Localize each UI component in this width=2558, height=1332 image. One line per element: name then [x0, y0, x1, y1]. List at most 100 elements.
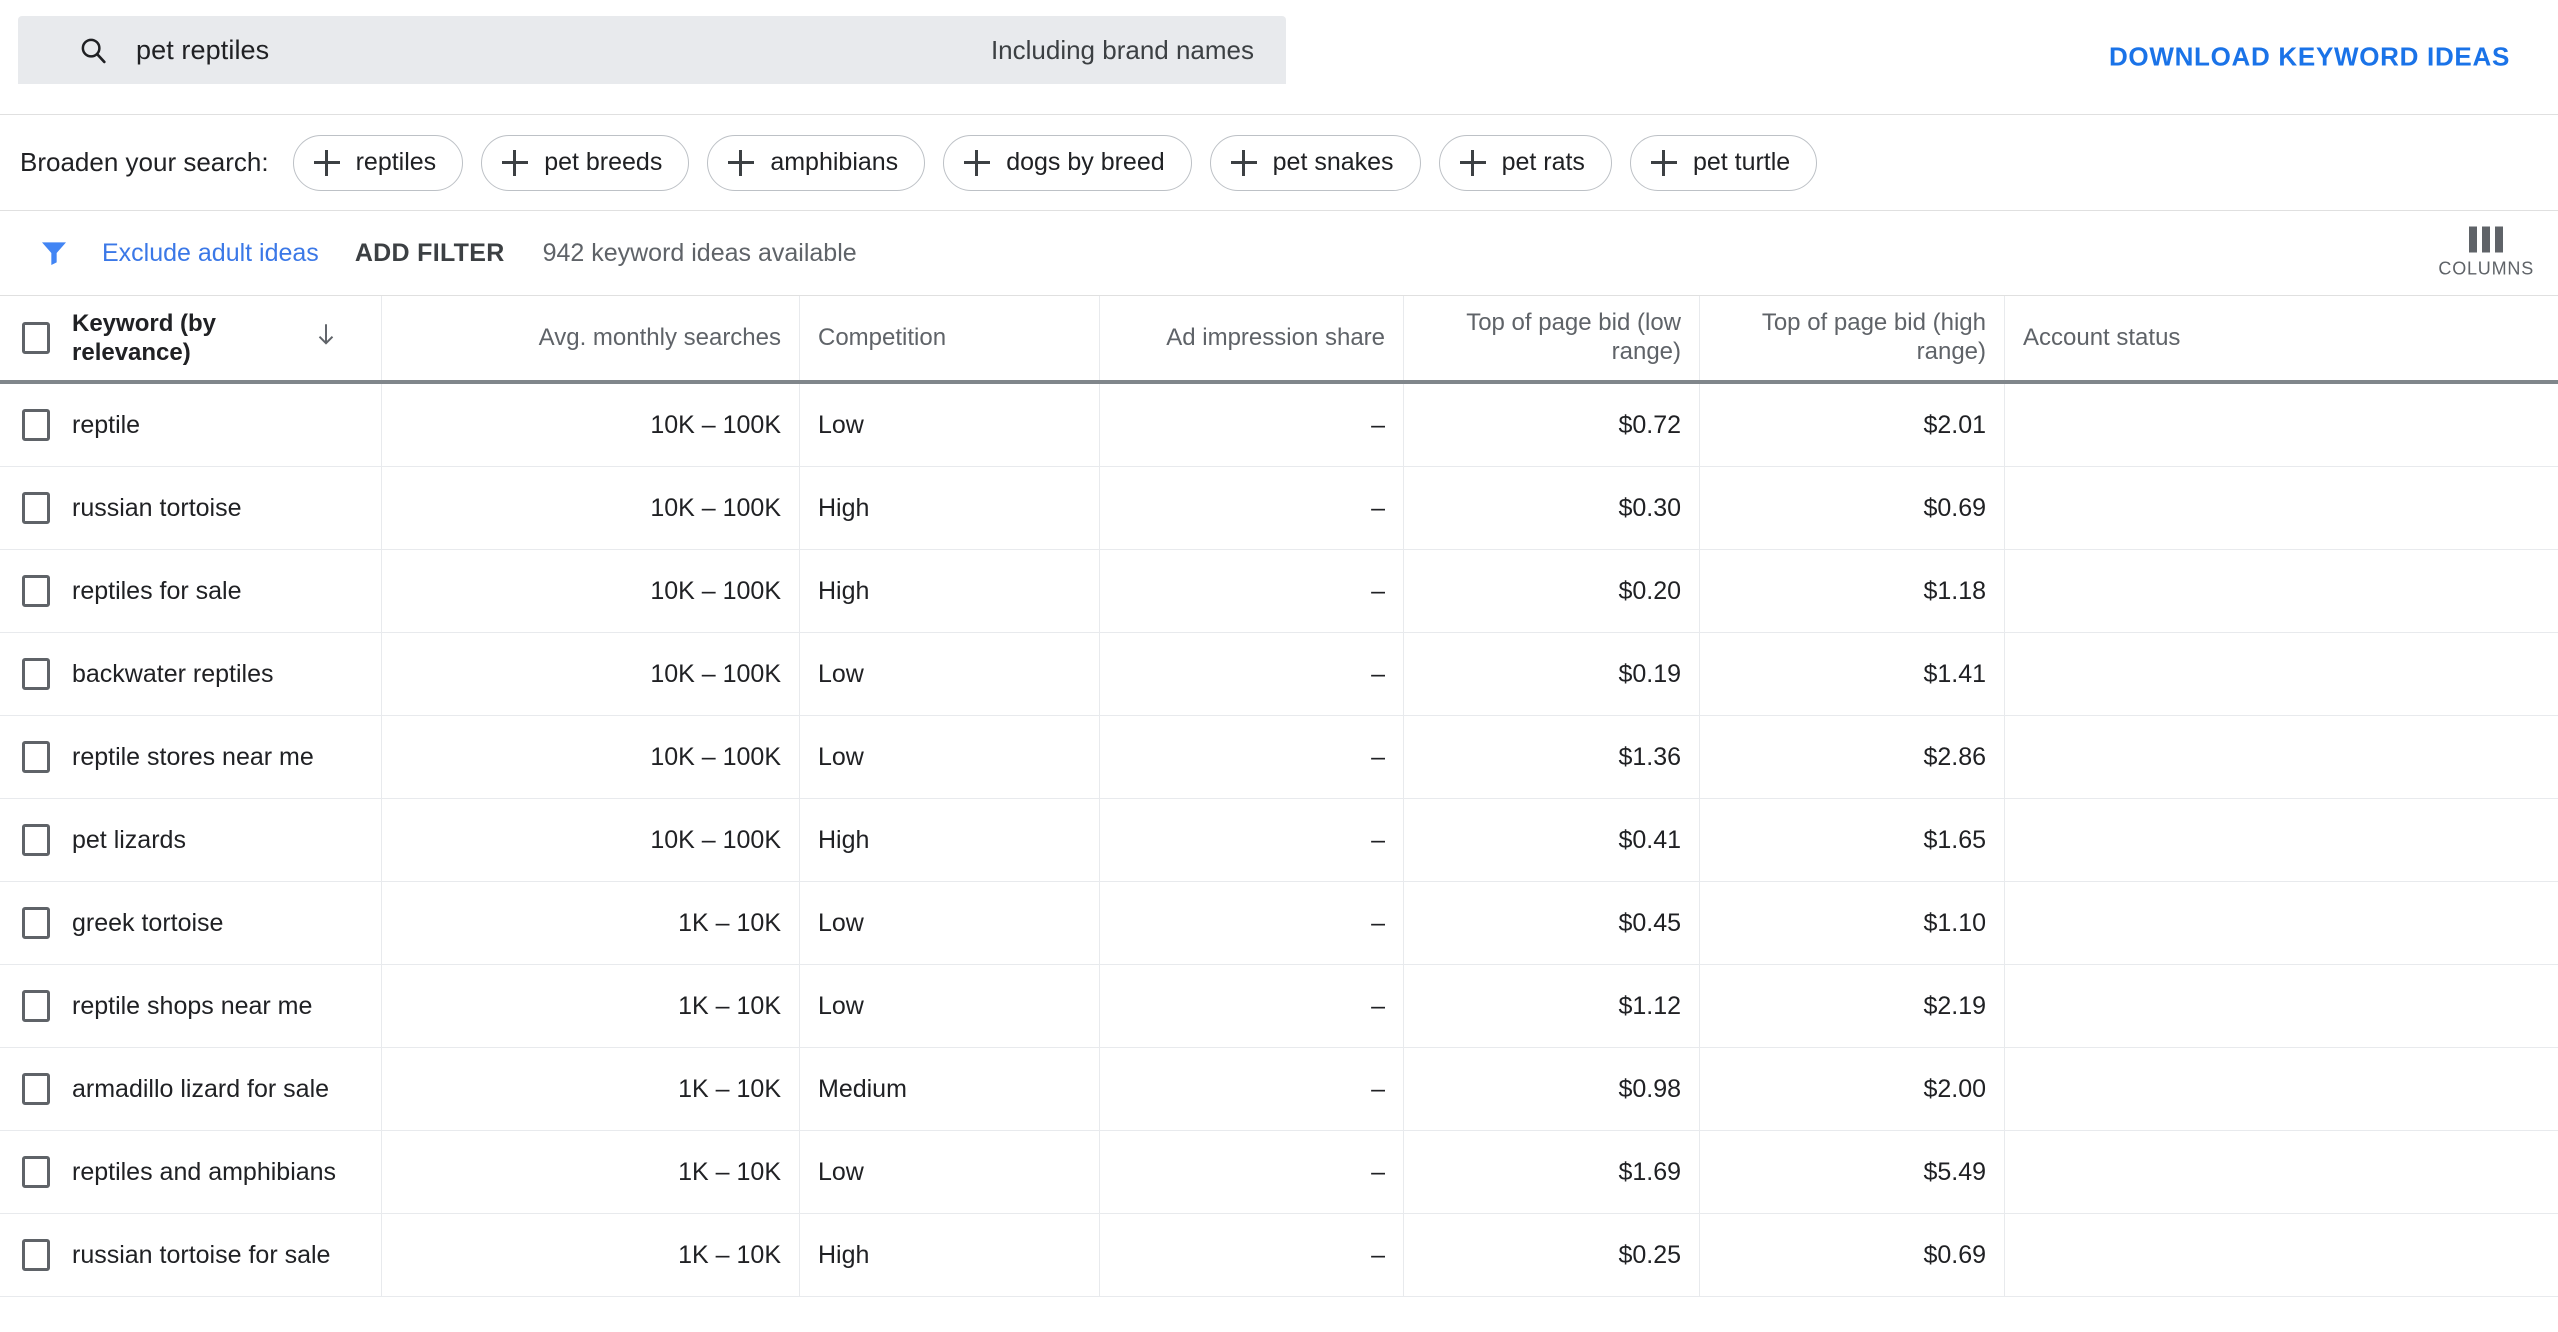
broaden-chip-dogs-by-breed[interactable]: dogs by breed [943, 134, 1192, 191]
cell-keyword: reptile shops near me [0, 965, 382, 1047]
select-all-checkbox[interactable] [0, 322, 72, 354]
keyword-text: reptile stores near me [72, 742, 314, 771]
broaden-search-bar: Broaden your search: reptiles pet breeds a… [0, 115, 2558, 211]
header-top-of-page-bid-low[interactable]: Top of page bid (low range) [1404, 296, 1700, 380]
broaden-chip-label: reptiles [355, 148, 437, 176]
add-filter-button[interactable]: ADD FILTER [355, 239, 505, 268]
keyword-text: reptile [72, 410, 141, 439]
table-row[interactable]: greek tortoise 1K – 10K Low – $0.45 $1.10 [0, 882, 2558, 965]
cell-account-status [2005, 1048, 2558, 1130]
row-select-checkbox[interactable] [0, 575, 72, 607]
cell-competition: High [800, 467, 1100, 549]
table-row[interactable]: pet lizards 10K – 100K High – $0.41 $1.65 [0, 799, 2558, 882]
cell-top-of-page-bid-high: $2.00 [1700, 1048, 2005, 1130]
cell-avg-monthly-searches: 10K – 100K [382, 384, 800, 466]
header-ad-impression-share[interactable]: Ad impression share [1100, 296, 1404, 380]
header-top-of-page-bid-high[interactable]: Top of page bid (high range) [1700, 296, 2005, 380]
keyword-text: armadillo lizard for sale [72, 1074, 330, 1103]
cell-avg-monthly-searches: 10K – 100K [382, 799, 800, 881]
header-ad-impression-share-label: Ad impression share [1166, 323, 1385, 351]
header-competition[interactable]: Competition [800, 296, 1100, 380]
broaden-chip-amphibians[interactable]: amphibians [707, 134, 926, 191]
row-select-checkbox[interactable] [0, 1239, 72, 1271]
cell-keyword: reptile [0, 384, 382, 466]
header-top-of-page-bid-low-label: Top of page bid (low range) [1466, 309, 1681, 365]
cell-account-status [2005, 550, 2558, 632]
row-select-checkbox[interactable] [0, 1156, 72, 1188]
keyword-text: reptile shops near me [72, 991, 313, 1020]
broaden-chip-pet-breeds[interactable]: pet breeds [481, 134, 690, 191]
brand-names-label[interactable]: Including brand names [991, 35, 1254, 66]
cell-top-of-page-bid-high: $5.49 [1700, 1131, 2005, 1213]
header-keyword[interactable]: Keyword (by relevance) [0, 296, 382, 380]
table-row[interactable]: russian tortoise for sale 1K – 10K High – $0… [0, 1214, 2558, 1297]
search-input[interactable]: pet reptiles Including brand names [18, 16, 1286, 84]
cell-top-of-page-bid-low: $0.41 [1404, 799, 1700, 881]
header-competition-label: Competition [818, 323, 947, 351]
keyword-text: reptiles and amphibians [72, 1157, 337, 1186]
table-row[interactable]: reptiles for sale 10K – 100K High – $0.20 $1.… [0, 550, 2558, 633]
cell-keyword: pet lizards [0, 799, 382, 881]
table-row[interactable]: russian tortoise 10K – 100K High – $0.30 $0.6… [0, 467, 2558, 550]
broaden-label: Broaden your search: [20, 147, 269, 177]
broaden-chip-pet-turtle[interactable]: pet turtle [1629, 134, 1818, 191]
cell-competition: Low [800, 633, 1100, 715]
header-account-status[interactable]: Account status [2005, 296, 2558, 380]
filter-funnel-icon[interactable] [38, 237, 70, 269]
broaden-chip-pet-rats[interactable]: pet rats [1438, 134, 1612, 191]
cell-keyword: reptile stores near me [0, 716, 382, 798]
cell-competition: Low [800, 1131, 1100, 1213]
table-row[interactable]: reptile shops near me 1K – 10K Low – $1.12 $2… [0, 965, 2558, 1048]
exclude-adult-ideas-filter[interactable]: Exclude adult ideas [102, 239, 319, 268]
cell-avg-monthly-searches: 1K – 10K [382, 965, 800, 1047]
cell-top-of-page-bid-low: $0.19 [1404, 633, 1700, 715]
header-keyword-label: Keyword (by relevance) [72, 309, 217, 366]
keyword-text: greek tortoise [72, 908, 224, 937]
arrow-down-icon[interactable] [313, 319, 347, 357]
download-keyword-ideas-button[interactable]: DOWNLOAD KEYWORD IDEAS [2109, 42, 2510, 73]
broaden-chip-reptiles[interactable]: reptiles [292, 134, 464, 191]
table-row[interactable]: backwater reptiles 10K – 100K Low – $0.19 $1.… [0, 633, 2558, 716]
plus-icon [964, 149, 991, 176]
columns-button[interactable]: COLUMNS [2438, 226, 2534, 280]
row-select-checkbox[interactable] [0, 741, 72, 773]
plus-icon [313, 149, 340, 176]
columns-button-label: COLUMNS [2438, 258, 2534, 279]
header-top-of-page-bid-high-label: Top of page bid (high range) [1761, 309, 1986, 365]
row-select-checkbox[interactable] [0, 990, 72, 1022]
cell-keyword: reptiles for sale [0, 550, 382, 632]
row-select-checkbox[interactable] [0, 492, 72, 524]
table-row[interactable]: reptile 10K – 100K Low – $0.72 $2.01 [0, 384, 2558, 467]
plus-icon [1650, 149, 1677, 176]
row-select-checkbox[interactable] [0, 824, 72, 856]
table-row[interactable]: reptile stores near me 10K – 100K Low – $1.3… [0, 716, 2558, 799]
cell-ad-impression-share: – [1100, 633, 1404, 715]
cell-ad-impression-share: – [1100, 384, 1404, 466]
table-row[interactable]: reptiles and amphibians 1K – 10K Low – $1.69… [0, 1131, 2558, 1214]
keyword-ideas-table: Keyword (by relevance) Avg. monthly sear… [0, 296, 2558, 1297]
cell-top-of-page-bid-high: $0.69 [1700, 1214, 2005, 1296]
cell-top-of-page-bid-low: $1.36 [1404, 716, 1700, 798]
cell-top-of-page-bid-high: $2.86 [1700, 716, 2005, 798]
cell-keyword: russian tortoise [0, 467, 382, 549]
table-row[interactable]: armadillo lizard for sale 1K – 10K Medium –… [0, 1048, 2558, 1131]
row-select-checkbox[interactable] [0, 907, 72, 939]
row-select-checkbox[interactable] [0, 658, 72, 690]
broaden-chip-label: dogs by breed [1006, 148, 1165, 176]
header-avg-monthly-searches[interactable]: Avg. monthly searches [382, 296, 800, 380]
table-header-row: Keyword (by relevance) Avg. monthly sear… [0, 296, 2558, 384]
cell-ad-impression-share: – [1100, 1214, 1404, 1296]
cell-avg-monthly-searches: 10K – 100K [382, 467, 800, 549]
cell-competition: High [800, 1214, 1100, 1296]
cell-ad-impression-share: – [1100, 467, 1404, 549]
broaden-chip-pet-snakes[interactable]: pet snakes [1209, 134, 1421, 191]
cell-top-of-page-bid-low: $1.69 [1404, 1131, 1700, 1213]
cell-avg-monthly-searches: 10K – 100K [382, 550, 800, 632]
cell-top-of-page-bid-high: $1.65 [1700, 799, 2005, 881]
cell-top-of-page-bid-high: $1.10 [1700, 882, 2005, 964]
cell-account-status [2005, 633, 2558, 715]
row-select-checkbox[interactable] [0, 409, 72, 441]
row-select-checkbox[interactable] [0, 1073, 72, 1105]
search-icon [78, 35, 108, 65]
broaden-chip-label: pet turtle [1692, 148, 1791, 176]
